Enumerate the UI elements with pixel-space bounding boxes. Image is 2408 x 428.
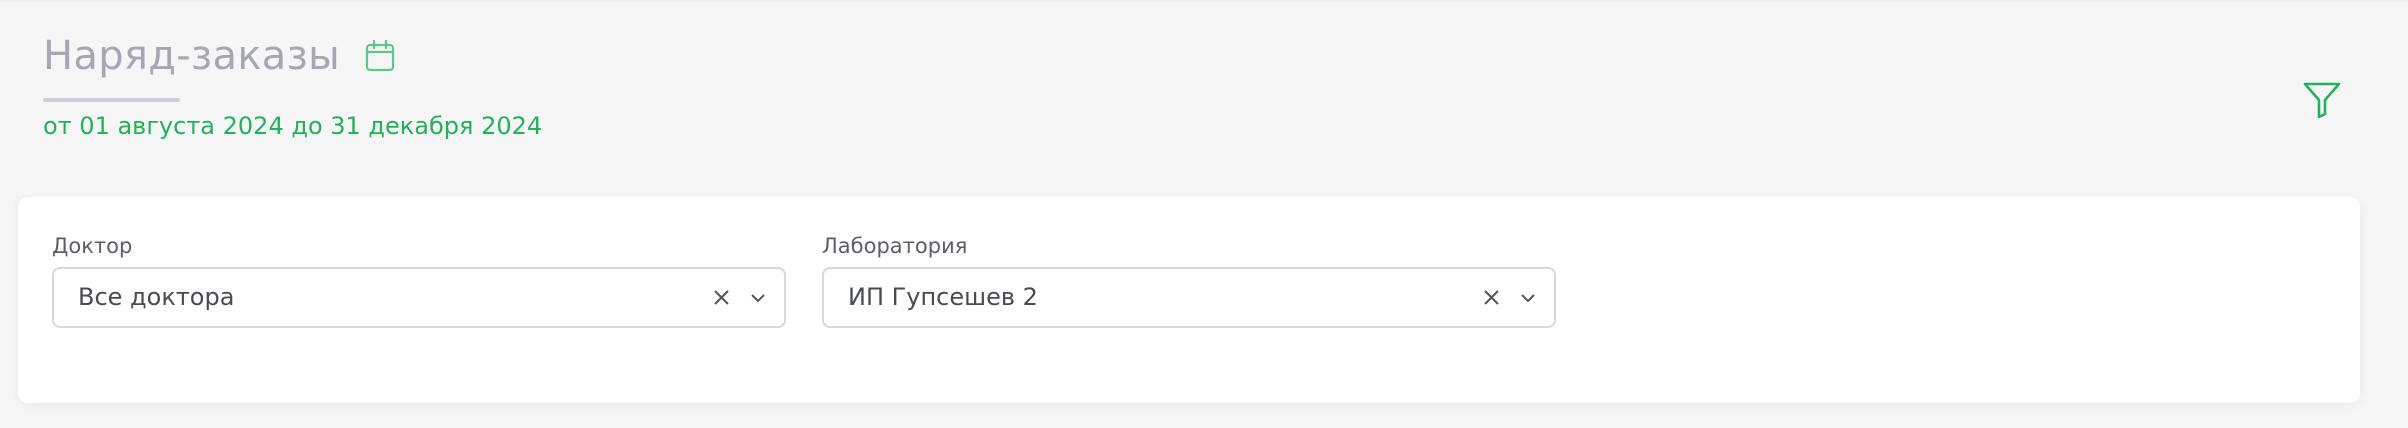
- calendar-icon[interactable]: [364, 39, 396, 73]
- date-range-link[interactable]: от 01 августа 2024 до 31 декабря 2024: [43, 110, 542, 142]
- title-row: Наряд-заказы: [43, 30, 542, 82]
- doctor-select-value: Все доктора: [78, 283, 235, 311]
- filter-icon[interactable]: [2302, 80, 2342, 120]
- chevron-down-icon[interactable]: [1518, 288, 1538, 308]
- page-header: Наряд-заказы от 01 августа 2024 до 31 де…: [43, 30, 542, 142]
- doctor-select[interactable]: Все доктора: [52, 267, 786, 328]
- laboratory-select[interactable]: ИП Гупсешев 2: [822, 267, 1556, 328]
- laboratory-select-value: ИП Гупсешев 2: [848, 283, 1038, 311]
- chevron-down-icon[interactable]: [748, 288, 768, 308]
- doctor-filter: Доктор Все доктора: [52, 233, 786, 328]
- filter-panel: Доктор Все доктора Лаборатория ИП Гупсеш…: [18, 197, 2360, 403]
- page-title: Наряд-заказы: [43, 33, 341, 79]
- doctor-label: Доктор: [52, 234, 133, 258]
- laboratory-filter: Лаборатория ИП Гупсешев 2: [822, 233, 1556, 328]
- laboratory-label: Лаборатория: [822, 234, 968, 258]
- top-edge: [0, 0, 2408, 3]
- clear-icon[interactable]: [1482, 288, 1501, 307]
- clear-icon[interactable]: [712, 288, 731, 307]
- title-underline: [43, 98, 180, 102]
